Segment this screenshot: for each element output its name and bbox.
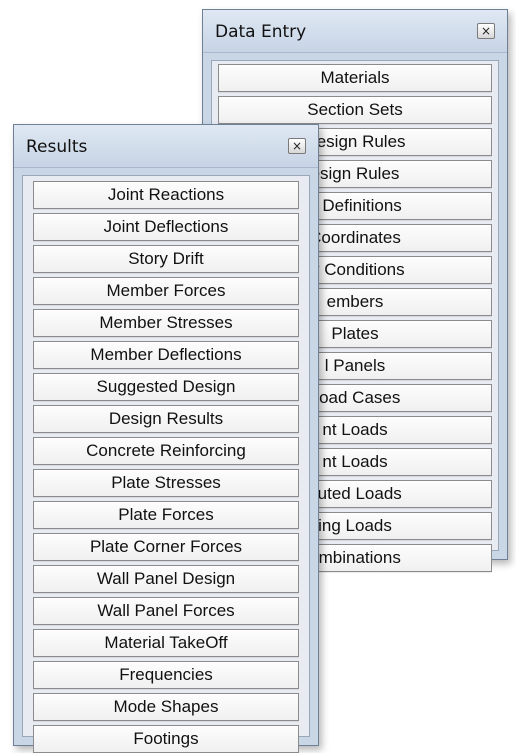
results-title: Results xyxy=(26,137,88,157)
results-item-member-deflections[interactable]: Member Deflections xyxy=(33,341,299,369)
results-item-suggested-design[interactable]: Suggested Design xyxy=(33,373,299,401)
results-item-joint-deflections[interactable]: Joint Deflections xyxy=(33,213,299,241)
data-entry-titlebar[interactable]: Data Entry × xyxy=(203,10,507,53)
results-panel: Results × Joint Reactions Joint Deflecti… xyxy=(13,124,319,753)
results-item-concrete-reinforcing[interactable]: Concrete Reinforcing xyxy=(33,437,299,465)
results-item-wall-panel-design[interactable]: Wall Panel Design xyxy=(33,565,299,593)
data-entry-item-materials[interactable]: Materials xyxy=(218,64,492,92)
results-item-frequencies[interactable]: Frequencies xyxy=(33,661,299,689)
results-titlebar[interactable]: Results × xyxy=(14,125,318,168)
results-item-joint-reactions[interactable]: Joint Reactions xyxy=(33,181,299,209)
results-item-mode-shapes[interactable]: Mode Shapes xyxy=(33,693,299,721)
results-item-member-stresses[interactable]: Member Stresses xyxy=(33,309,299,337)
results-item-material-takeoff[interactable]: Material TakeOff xyxy=(33,629,299,657)
results-item-story-drift[interactable]: Story Drift xyxy=(33,245,299,273)
workspace: Data Entry × Materials Section Sets Desi… xyxy=(0,0,516,753)
data-entry-close-button[interactable]: × xyxy=(477,23,495,39)
data-entry-title: Data Entry xyxy=(215,22,307,42)
close-icon: × xyxy=(480,24,492,38)
results-item-member-forces[interactable]: Member Forces xyxy=(33,277,299,305)
results-item-plate-forces[interactable]: Plate Forces xyxy=(33,501,299,529)
results-item-wall-panel-forces[interactable]: Wall Panel Forces xyxy=(33,597,299,625)
results-list: Joint Reactions Joint Deflections Story … xyxy=(33,181,299,753)
results-body: Joint Reactions Joint Deflections Story … xyxy=(22,175,310,753)
results-item-plate-stresses[interactable]: Plate Stresses xyxy=(33,469,299,497)
data-entry-item-section-sets[interactable]: Section Sets xyxy=(218,96,492,124)
results-close-button[interactable]: × xyxy=(288,138,306,154)
results-item-plate-corner-forces[interactable]: Plate Corner Forces xyxy=(33,533,299,561)
close-icon: × xyxy=(291,139,303,153)
results-item-design-results[interactable]: Design Results xyxy=(33,405,299,433)
results-item-footings[interactable]: Footings xyxy=(33,725,299,753)
